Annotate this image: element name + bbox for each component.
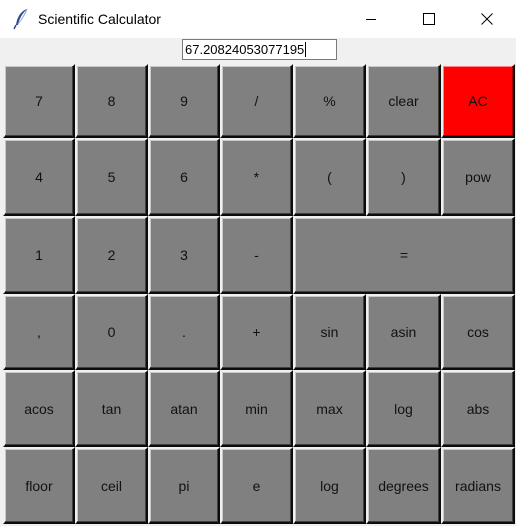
display-value: 67.20824053077195 <box>185 42 305 57</box>
display-row: 67.20824053077195 <box>0 38 516 64</box>
key-6[interactable]: 6 <box>148 138 220 216</box>
minimize-button[interactable] <box>348 0 394 38</box>
key-tan[interactable]: tan <box>75 370 148 447</box>
key-2[interactable]: 2 <box>75 216 148 294</box>
key-right-paren[interactable]: ) <box>366 138 441 216</box>
minimize-icon <box>366 19 376 20</box>
window-title: Scientific Calculator <box>38 11 161 27</box>
key-floor[interactable]: floor <box>3 447 75 524</box>
key-equals[interactable]: = <box>293 216 515 294</box>
key-pi[interactable]: pi <box>148 447 220 524</box>
calculator-window: Scientific Calculator 67.20824053077195 … <box>0 0 516 526</box>
key-all-clear[interactable]: AC <box>441 64 515 138</box>
key-max[interactable]: max <box>293 370 366 447</box>
close-button[interactable] <box>464 0 510 38</box>
key-comma[interactable]: , <box>3 294 75 370</box>
key-9[interactable]: 9 <box>148 64 220 138</box>
key-clear[interactable]: clear <box>366 64 441 138</box>
key-7[interactable]: 7 <box>3 64 75 138</box>
close-icon <box>481 13 493 25</box>
key-left-paren[interactable]: ( <box>293 138 366 216</box>
key-abs[interactable]: abs <box>441 370 515 447</box>
key-percent[interactable]: % <box>293 64 366 138</box>
title-bar: Scientific Calculator <box>0 0 516 38</box>
key-divide[interactable]: / <box>220 64 293 138</box>
text-caret <box>305 42 307 57</box>
key-asin[interactable]: asin <box>366 294 441 370</box>
key-1[interactable]: 1 <box>3 216 75 294</box>
key-sin[interactable]: sin <box>293 294 366 370</box>
key-ceil[interactable]: ceil <box>75 447 148 524</box>
key-minus[interactable]: - <box>220 216 293 294</box>
key-3[interactable]: 3 <box>148 216 220 294</box>
key-pow[interactable]: pow <box>441 138 515 216</box>
key-0[interactable]: 0 <box>75 294 148 370</box>
key-multiply[interactable]: * <box>220 138 293 216</box>
key-plus[interactable]: + <box>220 294 293 370</box>
key-atan[interactable]: atan <box>148 370 220 447</box>
key-cos[interactable]: cos <box>441 294 515 370</box>
key-log-second[interactable]: log <box>293 447 366 524</box>
expression-display-input[interactable]: 67.20824053077195 <box>182 39 337 60</box>
maximize-icon <box>423 13 435 25</box>
maximize-button[interactable] <box>406 0 452 38</box>
key-4[interactable]: 4 <box>3 138 75 216</box>
key-log[interactable]: log <box>366 370 441 447</box>
key-8[interactable]: 8 <box>75 64 148 138</box>
key-acos[interactable]: acos <box>3 370 75 447</box>
keypad: 7 8 9 / % clear AC 4 5 6 * ( ) pow 1 2 3… <box>3 64 515 524</box>
key-degrees[interactable]: degrees <box>366 447 441 524</box>
key-min[interactable]: min <box>220 370 293 447</box>
key-dot[interactable]: . <box>148 294 220 370</box>
key-5[interactable]: 5 <box>75 138 148 216</box>
feather-icon <box>12 8 32 30</box>
key-radians[interactable]: radians <box>441 447 515 524</box>
key-e[interactable]: e <box>220 447 293 524</box>
